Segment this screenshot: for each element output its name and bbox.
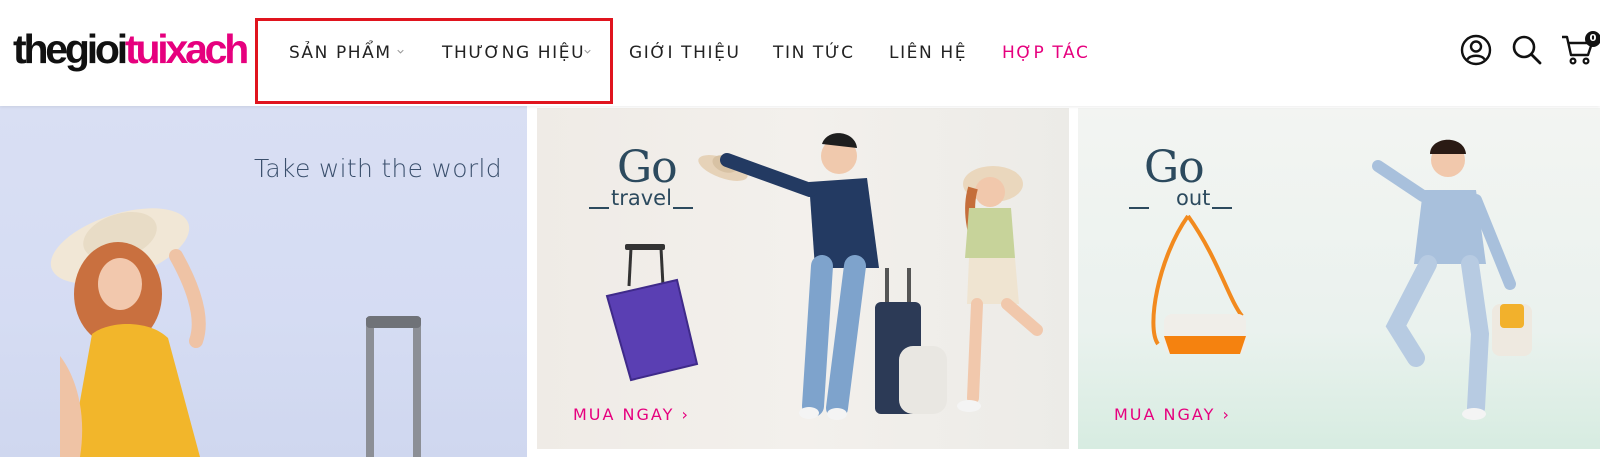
chevron-down-icon [584,49,591,54]
nav-item-label: HỢP TÁC [1002,43,1090,63]
nav-item-lien-he[interactable]: LIÊN HỆ [889,42,967,64]
banner-take-with-the-world[interactable]: Take with the world [0,106,527,457]
banner-go-travel[interactable]: Go travel MUA NGAY › [537,108,1069,449]
model-with-bags-illustration [1151,139,1532,420]
site-logo[interactable]: thegioi tuixach [13,24,249,74]
nav-item-label: SẢN PHẨM [289,43,392,63]
travel-couple-luggage-illustration [605,133,1043,420]
shop-now-link[interactable]: MUA NGAY › [573,405,690,424]
logo-text-pink: tuixach [124,26,249,72]
chevron-down-icon [397,49,404,54]
nav-item-label: THƯƠNG HIỆU [442,43,586,63]
nav-item-gioi-thieu[interactable]: GIỚI THIỆU [629,42,741,64]
nav-item-hop-tac[interactable]: HỢP TÁC [1002,42,1089,64]
banner-go-out[interactable]: Go out MUA NGAY › [1078,108,1600,449]
site-header: thegioi tuixach SẢN PHẨM THƯƠNG HIỆU GIỚI… [0,0,1600,106]
cart-count-badge: 0 [1585,31,1600,47]
search-icon[interactable] [1511,34,1543,66]
user-circle-icon[interactable] [1460,34,1492,66]
model-with-hat-illustration [50,208,421,457]
nav-item-thuong-hieu[interactable]: THƯƠNG HIỆU [442,42,585,64]
nav-item-tin-tuc[interactable]: TIN TỨC [773,42,855,64]
nav-item-label: GIỚI THIỆU [629,43,741,63]
logo-text-dark: thegioi [13,26,128,72]
shop-now-link[interactable]: MUA NGAY › [1114,405,1231,424]
nav-item-label: LIÊN HỆ [889,43,968,63]
nav-item-label: TIN TỨC [773,43,855,63]
nav-item-san-pham[interactable]: SẢN PHẨM [289,42,392,64]
